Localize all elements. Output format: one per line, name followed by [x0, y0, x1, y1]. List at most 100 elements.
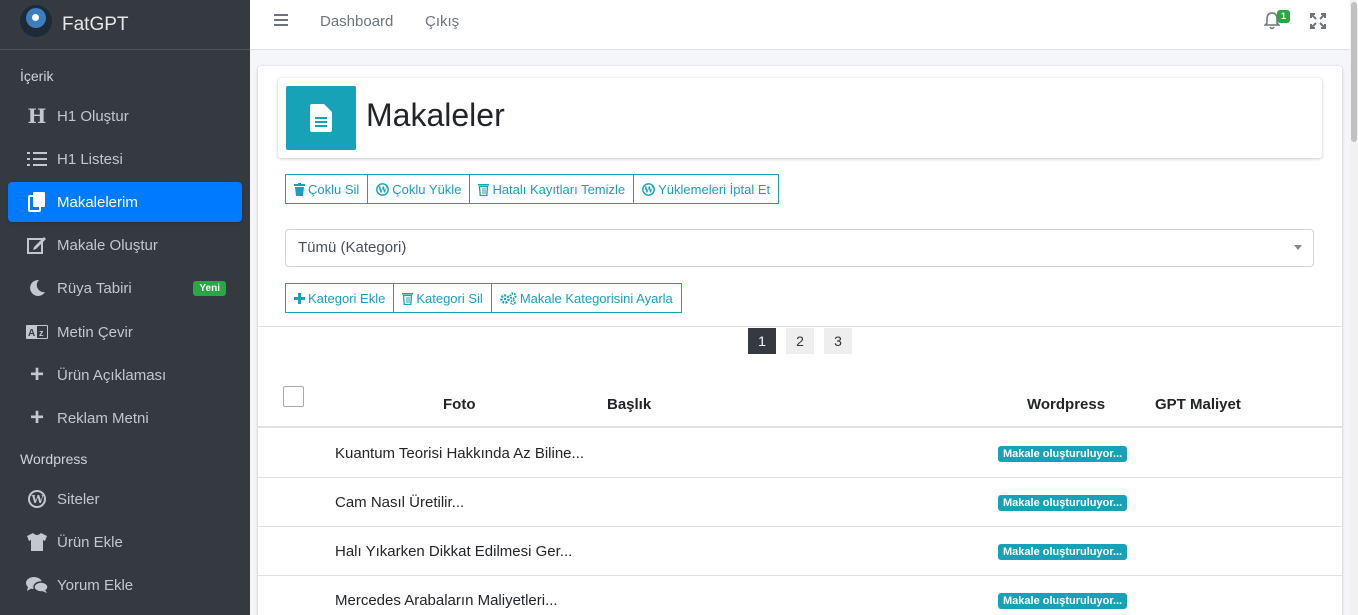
svg-text:A: A: [28, 328, 35, 339]
status-badge: Makale oluşturuluyor...: [998, 544, 1128, 560]
svg-text:z: z: [39, 328, 44, 338]
sidebar-item-metin-cevir[interactable]: Az Metin Çevir: [8, 312, 242, 352]
trash-icon: [294, 182, 305, 196]
table-header: Foto Başlık Wordpress GPT Maliyet: [258, 382, 1342, 428]
table-row[interactable]: Kuantum Teorisi Hakkında Az Biline... Ma…: [258, 429, 1342, 478]
column-header-wordpress[interactable]: Wordpress: [1027, 396, 1105, 413]
table-row[interactable]: Mercedes Arabaların Maliyetleri... Makal…: [258, 576, 1342, 615]
column-header-foto[interactable]: Foto: [443, 396, 475, 413]
scrollbar-thumb[interactable]: [1351, 2, 1357, 142]
status-badge: Makale oluşturuluyor...: [998, 446, 1128, 462]
page-header-card: Makaleler: [278, 78, 1322, 158]
logout-link[interactable]: Çıkış: [425, 0, 459, 44]
category-filter-value: Tümü (Kategori): [298, 239, 407, 256]
set-article-category-button[interactable]: Makale Kategorisini Ayarla: [490, 283, 682, 313]
delete-category-label: Kategori Sil: [416, 290, 483, 306]
cancel-uploads-button[interactable]: W Yüklemeleri İptal Et: [633, 174, 780, 204]
article-title[interactable]: Cam Nasıl Üretilir...: [335, 494, 464, 511]
sidebar-item-urun-ekle[interactable]: Ürün Ekle: [8, 522, 242, 562]
comments-icon: [26, 575, 48, 595]
page-button-2[interactable]: 2: [786, 328, 814, 354]
category-actions-toolbar: Kategori Ekle Kategori Sil Makale Katego…: [285, 283, 682, 313]
column-header-baslik[interactable]: Başlık: [607, 396, 651, 413]
copy-icon: [26, 192, 48, 212]
edit-icon: [26, 235, 48, 255]
table-row[interactable]: Halı Yıkarken Dikkat Edilmesi Ger... Mak…: [258, 527, 1342, 576]
plus-icon: +: [29, 404, 44, 431]
brand-logo-icon: [20, 4, 52, 37]
page-scrollbar[interactable]: [1350, 0, 1358, 615]
topbar: Dashboard Çıkış 1: [250, 0, 1358, 50]
sidebar-item-h1-list[interactable]: H1 Listesi: [8, 139, 242, 179]
page-button-1[interactable]: 1: [748, 328, 776, 354]
chevron-down-icon: [1294, 245, 1302, 250]
bulk-upload-label: Çoklu Yükle: [392, 181, 462, 197]
sidebar-item-label: Ürün Açıklaması: [57, 366, 167, 384]
sidebar-item-label: Metin Çevir: [57, 323, 133, 341]
page-button-3[interactable]: 3: [824, 328, 852, 354]
plus-icon: +: [29, 361, 44, 388]
sidebar-item-label: Yorum Ekle: [57, 576, 134, 594]
sidebar-item-label: Siteler: [57, 490, 100, 508]
sidebar-item-label: Makale Oluştur: [57, 236, 158, 254]
wordpress-icon: W: [26, 489, 48, 509]
plus-icon: [294, 292, 305, 304]
brand-name: FatGPT: [62, 13, 129, 35]
sidebar-item-label: H1 Oluştur: [57, 107, 129, 125]
main-card: Makaleler Çoklu Sil W Çoklu Yükle Hatalı…: [258, 66, 1342, 615]
add-category-button[interactable]: Kategori Ekle: [285, 283, 395, 313]
bulk-delete-button[interactable]: Çoklu Sil: [285, 174, 369, 204]
sidebar-item-ruya-tabiri[interactable]: Rüya Tabiri Yeni: [8, 268, 242, 308]
article-title[interactable]: Halı Yıkarken Dikkat Edilmesi Ger...: [335, 543, 572, 560]
bulk-upload-button[interactable]: W Çoklu Yükle: [367, 174, 471, 204]
brand[interactable]: FatGPT: [0, 0, 250, 50]
svg-text:W: W: [378, 184, 389, 194]
trash-outline-icon: [478, 183, 490, 196]
nav-header-wordpress: Wordpress: [20, 451, 88, 467]
status-badge: Makale oluşturuluyor...: [998, 495, 1128, 511]
article-title[interactable]: Mercedes Arabaların Maliyetleri...: [335, 592, 558, 609]
heading-icon: H: [27, 104, 47, 128]
sidebar-item-label: H1 Listesi: [57, 150, 123, 168]
cancel-uploads-label: Yüklemeleri İptal Et: [658, 181, 771, 197]
notification-badge: 1: [1277, 10, 1291, 23]
new-badge: Yeni: [193, 280, 226, 296]
sidebar-item-h1-create[interactable]: H H1 Oluştur: [8, 96, 242, 136]
table-row[interactable]: Cam Nasıl Üretilir... Makale oluşturuluy…: [258, 478, 1342, 527]
sidebar-item-label: Reklam Metni: [57, 409, 149, 427]
svg-text:W: W: [643, 184, 654, 194]
list-ol-icon: [26, 149, 48, 169]
nav-header-content: İçerik: [20, 68, 54, 84]
sidebar-item-label: Makalelerim: [57, 193, 138, 211]
sidebar-item-reklam-metni[interactable]: + Reklam Metni: [8, 398, 242, 438]
clear-failed-button[interactable]: Hatalı Kayıtları Temizle: [469, 174, 635, 204]
add-category-label: Kategori Ekle: [308, 290, 386, 306]
bulk-actions-toolbar: Çoklu Sil W Çoklu Yükle Hatalı Kayıtları…: [285, 174, 780, 204]
select-all-checkbox[interactable]: [283, 386, 304, 407]
tshirt-icon: [26, 532, 48, 552]
wordpress-icon: W: [642, 182, 656, 196]
pagination: 1 2 3: [748, 328, 862, 354]
sidebar-item-siteler[interactable]: W Siteler: [8, 479, 242, 519]
divider: [258, 326, 1342, 327]
clear-failed-label: Hatalı Kayıtları Temizle: [492, 181, 626, 197]
delete-category-button[interactable]: Kategori Sil: [393, 283, 492, 313]
cogs-icon: [500, 291, 517, 305]
bulk-delete-label: Çoklu Sil: [308, 181, 360, 197]
category-filter-select[interactable]: Tümü (Kategori): [285, 229, 1314, 267]
article-title[interactable]: Kuantum Teorisi Hakkında Az Biline...: [335, 445, 584, 462]
moon-icon: [26, 278, 48, 298]
column-header-gpt-cost[interactable]: GPT Maliyet: [1155, 396, 1241, 413]
hamburger-menu-icon[interactable]: [274, 14, 288, 28]
dashboard-link[interactable]: Dashboard: [320, 0, 393, 44]
wordpress-icon: W: [376, 182, 390, 196]
sidebar-item-urun-aciklamasi[interactable]: + Ürün Açıklaması: [8, 355, 242, 395]
sidebar-item-makalelerim[interactable]: Makalelerim: [8, 182, 242, 222]
sidebar-item-makale-olustur[interactable]: Makale Oluştur: [8, 225, 242, 265]
sidebar: FatGPT İçerik H H1 Oluştur H1 Listesi Ma…: [0, 0, 250, 615]
sidebar-item-yorum-ekle[interactable]: Yorum Ekle: [8, 565, 242, 605]
fullscreen-icon[interactable]: [1310, 13, 1326, 34]
language-icon: Az: [26, 322, 48, 342]
sidebar-item-label: Rüya Tabiri: [57, 279, 132, 297]
sidebar-item-label: Ürün Ekle: [57, 533, 123, 551]
